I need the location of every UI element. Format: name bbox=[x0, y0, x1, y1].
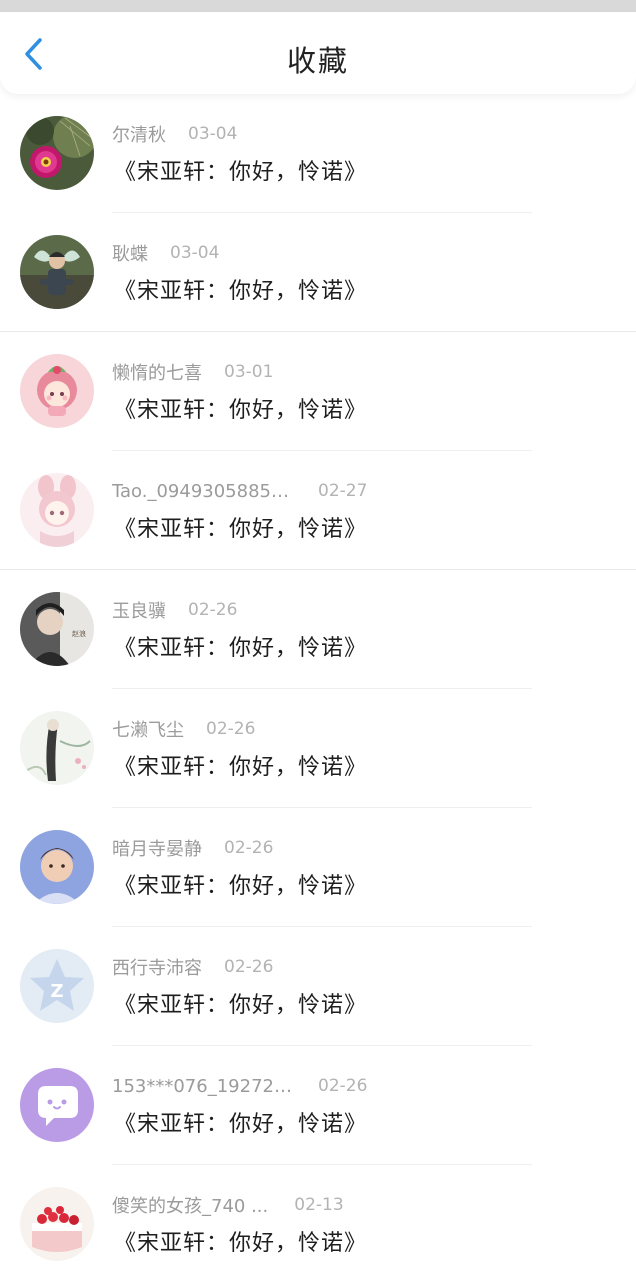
author-name[interactable]: 暗月寺晏静 bbox=[112, 835, 202, 861]
post-date: 02-26 bbox=[318, 1076, 368, 1096]
young-man-avatar[interactable] bbox=[20, 830, 94, 904]
list-item[interactable]: 尔清秋 03-04 《宋亚轩：你好，怜诺》 bbox=[0, 94, 636, 213]
butterfly-boy-avatar[interactable] bbox=[20, 235, 94, 309]
post-date: 02-26 bbox=[188, 600, 238, 620]
list-item[interactable]: Z 西行寺沛容 02-26 《宋亚轩：你好，怜诺》 bbox=[0, 927, 636, 1046]
post-date: 03-04 bbox=[188, 124, 238, 144]
author-name[interactable]: 耿蝶 bbox=[112, 240, 148, 266]
post-date: 03-04 bbox=[170, 243, 220, 263]
cactus-flower-avatar[interactable] bbox=[20, 116, 94, 190]
story-title[interactable]: 《宋亚轩：你好，怜诺》 bbox=[114, 511, 367, 543]
author-name[interactable]: 玉良骥 bbox=[112, 597, 166, 623]
author-name[interactable]: 153***076_19272 ... bbox=[112, 1076, 292, 1097]
story-title[interactable]: 《宋亚轩：你好，怜诺》 bbox=[114, 1106, 367, 1138]
post-date: 02-26 bbox=[206, 719, 256, 739]
post-date: 02-26 bbox=[224, 957, 274, 977]
post-date: 02-26 bbox=[224, 838, 274, 858]
story-title[interactable]: 《宋亚轩：你好，怜诺》 bbox=[114, 1225, 367, 1257]
story-title[interactable]: 《宋亚轩：你好，怜诺》 bbox=[114, 392, 367, 424]
svg-text:Z: Z bbox=[50, 981, 63, 1002]
list-item[interactable]: 傻笑的女孩_740 ... 02-13 《宋亚轩：你好，怜诺》 bbox=[0, 1165, 636, 1280]
author-name[interactable]: 尔清秋 bbox=[112, 121, 166, 147]
list-item[interactable]: Tao._0949305885 ... 02-27 《宋亚轩：你好，怜诺》 bbox=[0, 451, 636, 570]
author-name[interactable]: 傻笑的女孩_740 ... bbox=[112, 1192, 268, 1218]
post-date: 02-13 bbox=[294, 1195, 344, 1215]
status-strip bbox=[0, 0, 636, 12]
page-title: 收藏 bbox=[286, 44, 349, 78]
list-item[interactable]: 七濑飞尘 02-26 《宋亚轩：你好，怜诺》 bbox=[0, 689, 636, 808]
author-name[interactable]: 懒惰的七喜 bbox=[112, 359, 202, 385]
list-item[interactable]: 153***076_19272 ... 02-26 《宋亚轩：你好，怜诺》 bbox=[0, 1046, 636, 1165]
svg-text:赵浪: 赵浪 bbox=[72, 629, 86, 638]
story-title[interactable]: 《宋亚轩：你好，怜诺》 bbox=[114, 154, 367, 186]
story-title[interactable]: 《宋亚轩：你好，怜诺》 bbox=[114, 273, 367, 305]
boy-portrait-avatar[interactable]: 赵浪 bbox=[20, 592, 94, 666]
list-item[interactable]: 懒惰的七喜 03-01 《宋亚轩：你好，怜诺》 bbox=[0, 332, 636, 451]
story-title[interactable]: 《宋亚轩：你好，怜诺》 bbox=[114, 630, 367, 662]
strawberry-cake-avatar[interactable] bbox=[20, 1187, 94, 1261]
nav-header: 收藏 bbox=[0, 12, 636, 94]
story-title[interactable]: 《宋亚轩：你好，怜诺》 bbox=[114, 749, 367, 781]
story-title[interactable]: 《宋亚轩：你好，怜诺》 bbox=[114, 868, 367, 900]
author-name[interactable]: Tao._0949305885 ... bbox=[112, 481, 292, 502]
ink-painting-avatar[interactable] bbox=[20, 711, 94, 785]
qzone-star-avatar[interactable]: Z bbox=[20, 949, 94, 1023]
post-date: 02-27 bbox=[318, 481, 368, 501]
favorites-list: 尔清秋 03-04 《宋亚轩：你好，怜诺》 耿蝶 03-04 《宋亚轩：你好，怜… bbox=[0, 94, 636, 1280]
list-item[interactable]: 耿蝶 03-04 《宋亚轩：你好，怜诺》 bbox=[0, 213, 636, 332]
list-item[interactable]: 赵浪 玉良骥 02-26 《宋亚轩：你好，怜诺》 bbox=[0, 570, 636, 689]
post-date: 03-01 bbox=[224, 362, 274, 382]
chat-bubble-avatar[interactable] bbox=[20, 1068, 94, 1142]
list-item[interactable]: 暗月寺晏静 02-26 《宋亚轩：你好，怜诺》 bbox=[0, 808, 636, 927]
anime-bunny-avatar[interactable] bbox=[20, 473, 94, 547]
story-title[interactable]: 《宋亚轩：你好，怜诺》 bbox=[114, 987, 367, 1019]
anime-girl-pink-avatar[interactable] bbox=[20, 354, 94, 428]
author-name[interactable]: 七濑飞尘 bbox=[112, 716, 184, 742]
author-name[interactable]: 西行寺沛容 bbox=[112, 954, 202, 980]
